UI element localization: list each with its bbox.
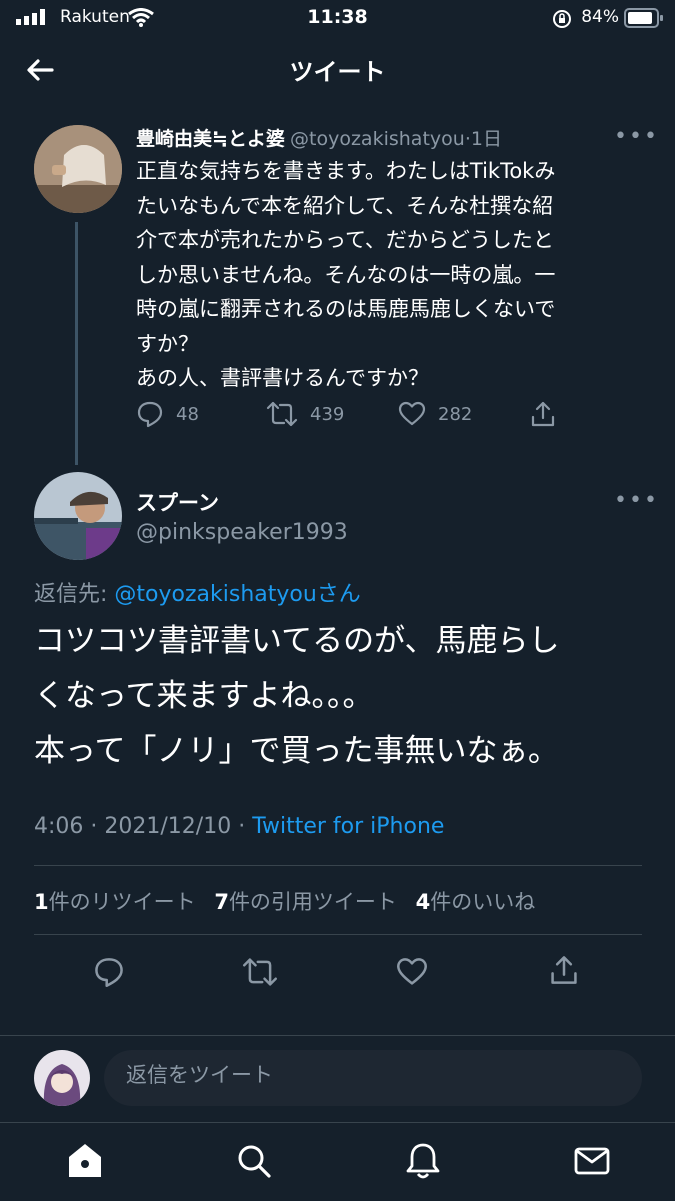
home-icon[interactable] [65, 1141, 105, 1181]
avatar[interactable] [34, 125, 122, 213]
more-icon[interactable]: ••• [614, 124, 659, 149]
tweet-stats: 1件のリツイート 7件の引用ツイート 4件のいいね [34, 886, 535, 916]
reply-button[interactable]: 48 [136, 400, 199, 428]
text-line: 本って「ノリ」で買った事無いなぁ。 [34, 733, 559, 769]
avatar[interactable] [34, 472, 122, 560]
likes-stat[interactable]: 4件のいいね [416, 890, 536, 914]
text-line: あの人、書評書けるんですか？ [136, 366, 429, 390]
reply-suffix: さん [316, 582, 361, 607]
retweets-count: 1 [34, 890, 49, 914]
thread-line [75, 222, 78, 465]
reply-to-link[interactable]: @toyozakishatyou [114, 582, 316, 607]
page-title: ツイート [289, 58, 386, 86]
more-icon[interactable]: ••• [614, 488, 659, 513]
text-line: しか思いませんね。そんなのは一時の嵐。一 [136, 262, 556, 287]
quotes-stat[interactable]: 7件の引用ツイート [214, 890, 397, 914]
reply-input[interactable] [124, 1062, 608, 1088]
messages-icon[interactable] [572, 1141, 612, 1181]
share-icon[interactable] [529, 400, 557, 428]
reply-icon[interactable] [93, 956, 125, 988]
text-line: くなって来ますよね。。。 [34, 678, 374, 714]
quotes-label: 件の引用ツイート [228, 890, 397, 914]
parent-tweet-text: 正直な気持ちを書きます。わたしはTikTokみ たいなもんで本を紹介して、そんな… [136, 154, 641, 396]
divider [0, 1035, 675, 1036]
reply-context: 返信先: @toyozakishatyouさん [34, 576, 361, 608]
clock: 11:38 [307, 6, 368, 28]
tweet-source-link[interactable]: Twitter for iPhone [252, 814, 444, 839]
main-tweet-text: コツコツ書評書いてるのが、馬鹿らし くなって来ますよね。。。 本って「ノリ」で買… [34, 614, 654, 779]
notifications-icon[interactable] [403, 1141, 443, 1181]
tweet-time: 4:06 [34, 814, 84, 839]
share-icon[interactable] [548, 954, 580, 986]
likes-label: 件のいいね [430, 890, 536, 914]
avatar-image [34, 125, 122, 213]
likes-count: 4 [415, 890, 431, 914]
divider [34, 865, 642, 866]
tweet-age[interactable]: 1日 [471, 128, 502, 150]
retweet-count: 439 [310, 403, 345, 425]
reply-icon [137, 401, 163, 428]
like-icon [398, 401, 426, 426]
retweet-icon [266, 401, 298, 427]
status-bar: Rakuten 11:38 84% [0, 0, 675, 36]
reply-prefix: 返信先: [34, 582, 115, 607]
author-name[interactable]: スプーン [136, 487, 219, 517]
quotes-count: 7 [214, 890, 229, 914]
separator: · [231, 814, 253, 839]
retweets-label: 件のリツイート [48, 890, 196, 914]
like-count: 282 [438, 403, 473, 425]
tweet-meta: 4:06 · 2021/12/10 · Twitter for iPhone [34, 814, 444, 839]
retweet-button[interactable]: 439 [266, 400, 344, 428]
parent-tweet-actions: 48 439 282 [136, 400, 641, 432]
retweets-stat[interactable]: 1件のリツイート [34, 890, 196, 914]
like-button[interactable]: 282 [398, 400, 472, 428]
parent-tweet-header: 豊崎由美≒とよ婆 @toyozakishatyou·1日 [136, 124, 606, 151]
avatar-image [34, 1050, 90, 1106]
tab-bar [0, 1122, 675, 1201]
author-name[interactable]: 豊崎由美≒とよ婆 [136, 128, 285, 150]
like-icon[interactable] [396, 956, 428, 988]
reply-count: 48 [176, 403, 199, 425]
divider [34, 934, 642, 935]
text-line: たいなもんで本を紹介して、そんな杜撰な紹 [136, 193, 554, 218]
orientation-lock-icon [553, 10, 571, 28]
separator: · [83, 814, 105, 839]
author-handle[interactable]: @pinkspeaker1993 [136, 520, 348, 545]
search-icon[interactable] [234, 1141, 274, 1181]
tweet-date: 2021/12/10 [104, 814, 232, 839]
text-line: 正直な気持ちを書きます。わたしはTikTokみ [136, 159, 556, 183]
text-line: 時の嵐に翻弄されるのは馬鹿馬鹿しくないで [136, 297, 556, 321]
battery-icon [624, 8, 663, 28]
header: ツイート [0, 36, 675, 100]
text-line: コツコツ書評書いてるのが、馬鹿らし [34, 623, 560, 659]
text-line: すか？ [136, 331, 199, 356]
battery-percent: 84% [581, 7, 619, 27]
retweet-icon[interactable] [242, 956, 278, 988]
reply-box [104, 1050, 642, 1106]
text-line: 介で本が売れたからって、だからどうしたと [136, 228, 554, 252]
main-tweet-actions [0, 952, 675, 992]
author-handle[interactable]: @toyozakishatyou [290, 128, 465, 150]
avatar-image [34, 472, 122, 560]
avatar[interactable] [34, 1050, 90, 1106]
